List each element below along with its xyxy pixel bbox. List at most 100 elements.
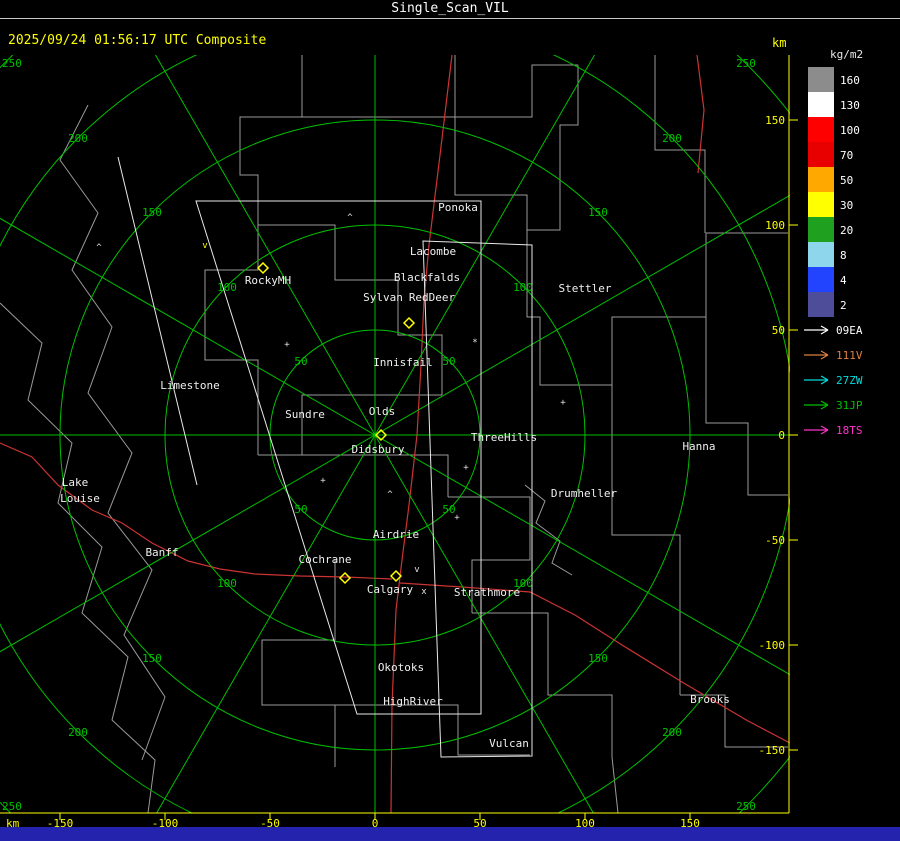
legend-radar-id: 31JP — [836, 399, 863, 412]
range-label: 250 — [736, 800, 756, 813]
city-label: Vulcan — [489, 737, 529, 750]
town-marker: + — [320, 476, 326, 486]
town-marker: + — [284, 340, 290, 350]
colorbar-swatch — [808, 167, 834, 192]
bottom-strip — [0, 827, 900, 841]
city-label: Louise — [60, 492, 100, 505]
county-boundary — [705, 317, 788, 496]
city-label: Innisfail — [373, 356, 433, 369]
radar-map[interactable]: 50 100 150 200 250 50 100 150 200 250 50… — [0, 55, 800, 830]
range-label: 200 — [662, 726, 682, 739]
city-label: Hanna — [682, 440, 715, 453]
range-label: 100 — [217, 577, 237, 590]
colorbar-value: 8 — [840, 249, 847, 262]
city-label: HighRiver — [383, 695, 443, 708]
county-boundary — [611, 423, 681, 695]
colorbar-unit-label: kg/m2 — [830, 48, 863, 61]
county-boundary — [526, 230, 613, 423]
site-pointer-icon: v — [202, 241, 207, 251]
town-marker: v — [414, 565, 419, 575]
range-label: 150 — [588, 206, 608, 219]
colorbar-value: 50 — [840, 174, 853, 187]
legend-arrow-icon — [804, 400, 829, 410]
town-marker: * — [472, 338, 477, 348]
county-boundary — [455, 64, 578, 118]
range-label: 250 — [736, 57, 756, 70]
town-marker: x — [421, 587, 427, 597]
range-label: 100 — [217, 281, 237, 294]
range-label: 150 — [142, 652, 162, 665]
county-boundary — [527, 65, 579, 231]
county-boundary — [258, 224, 398, 281]
scan-timestamp: 2025/09/24 01:56:17 UTC Composite — [8, 33, 267, 48]
radar-site-diamond-icon — [402, 316, 416, 330]
county-boundary — [261, 560, 336, 767]
colorbar-value: 130 — [840, 99, 860, 112]
colorbar-swatch — [808, 192, 834, 217]
y-tick-label: -100 — [759, 639, 786, 652]
y-axis-unit-label: km — [772, 36, 787, 50]
colorbar-swatch — [808, 242, 834, 267]
colorbar-swatch — [808, 117, 834, 142]
range-label: 250 — [2, 800, 22, 813]
city-label: Limestone — [160, 379, 220, 392]
legend-radar-id: 111V — [836, 349, 863, 362]
range-label: 200 — [68, 726, 88, 739]
city-label: Strathmore — [454, 586, 520, 599]
colorbar-panel: kg/m2 160 130 100 70 50 30 20 8 4 2 09EA… — [804, 48, 863, 437]
city-label: Lacombe — [410, 245, 456, 258]
colorbar-swatch — [808, 292, 834, 317]
range-label: 50 — [294, 355, 307, 368]
city-label: Olds — [369, 405, 396, 418]
radar-app-window: Single_Scan_VIL 2025/09/24 01:56:17 UTC … — [0, 0, 900, 841]
range-label: 50 — [294, 503, 307, 516]
city-label: Banff — [145, 546, 178, 559]
range-label: 150 — [142, 206, 162, 219]
town-marker: + — [560, 398, 566, 408]
city-label: Blackfalds — [394, 271, 460, 284]
city-label: Sundre — [285, 408, 325, 421]
window-title: Single_Scan_VIL — [0, 0, 900, 19]
y-tick-label: -50 — [765, 534, 785, 547]
colorbar-value: 70 — [840, 149, 853, 162]
city-label: Calgary — [367, 583, 414, 596]
town-marker: ^ — [387, 490, 393, 500]
city-labels: Ponoka Lacombe Blackfalds Sylvan RedDeer… — [60, 201, 730, 750]
city-label: Lake — [62, 476, 89, 489]
radar-site-diamond-icon — [256, 261, 270, 275]
city-label: Cochrane — [299, 553, 352, 566]
city-label: Didsbury — [352, 443, 405, 456]
county-boundary — [611, 232, 788, 385]
range-label: 200 — [662, 132, 682, 145]
city-label: Brooks — [690, 693, 730, 706]
y-tick-label: 100 — [765, 219, 785, 232]
range-label: 50 — [442, 355, 455, 368]
city-label: Drumheller — [551, 487, 618, 500]
highway-line — [696, 55, 705, 174]
legend-radar-id: 27ZW — [836, 374, 863, 387]
range-label: 150 — [588, 652, 608, 665]
town-marker: + — [463, 463, 469, 473]
colorbar-value: 4 — [840, 274, 847, 287]
county-boundary — [611, 756, 619, 813]
legend-radar-id: 09EA — [836, 324, 863, 337]
colorbar-swatch — [808, 92, 834, 117]
county-boundary — [472, 612, 613, 757]
scan-boundaries — [117, 156, 533, 758]
scan-boundary — [422, 240, 533, 758]
city-label: ThreeHills — [471, 431, 537, 444]
city-label: Ponoka — [438, 201, 478, 214]
radar-site-diamond-icon — [338, 571, 352, 585]
city-label: Airdrie — [373, 528, 419, 541]
colorbar-swatch — [808, 67, 834, 92]
colorbar-value: 30 — [840, 199, 853, 212]
y-tick-label: -150 — [759, 744, 786, 757]
legend-arrow-icon — [804, 425, 829, 435]
county-boundary — [204, 225, 259, 455]
city-label: Sylvan — [363, 291, 403, 304]
colorbar-value: 160 — [840, 74, 860, 87]
legend-arrow-icon — [804, 375, 829, 385]
y-tick-label: 0 — [778, 429, 785, 442]
town-marker: + — [454, 513, 460, 523]
range-label: 100 — [513, 281, 533, 294]
